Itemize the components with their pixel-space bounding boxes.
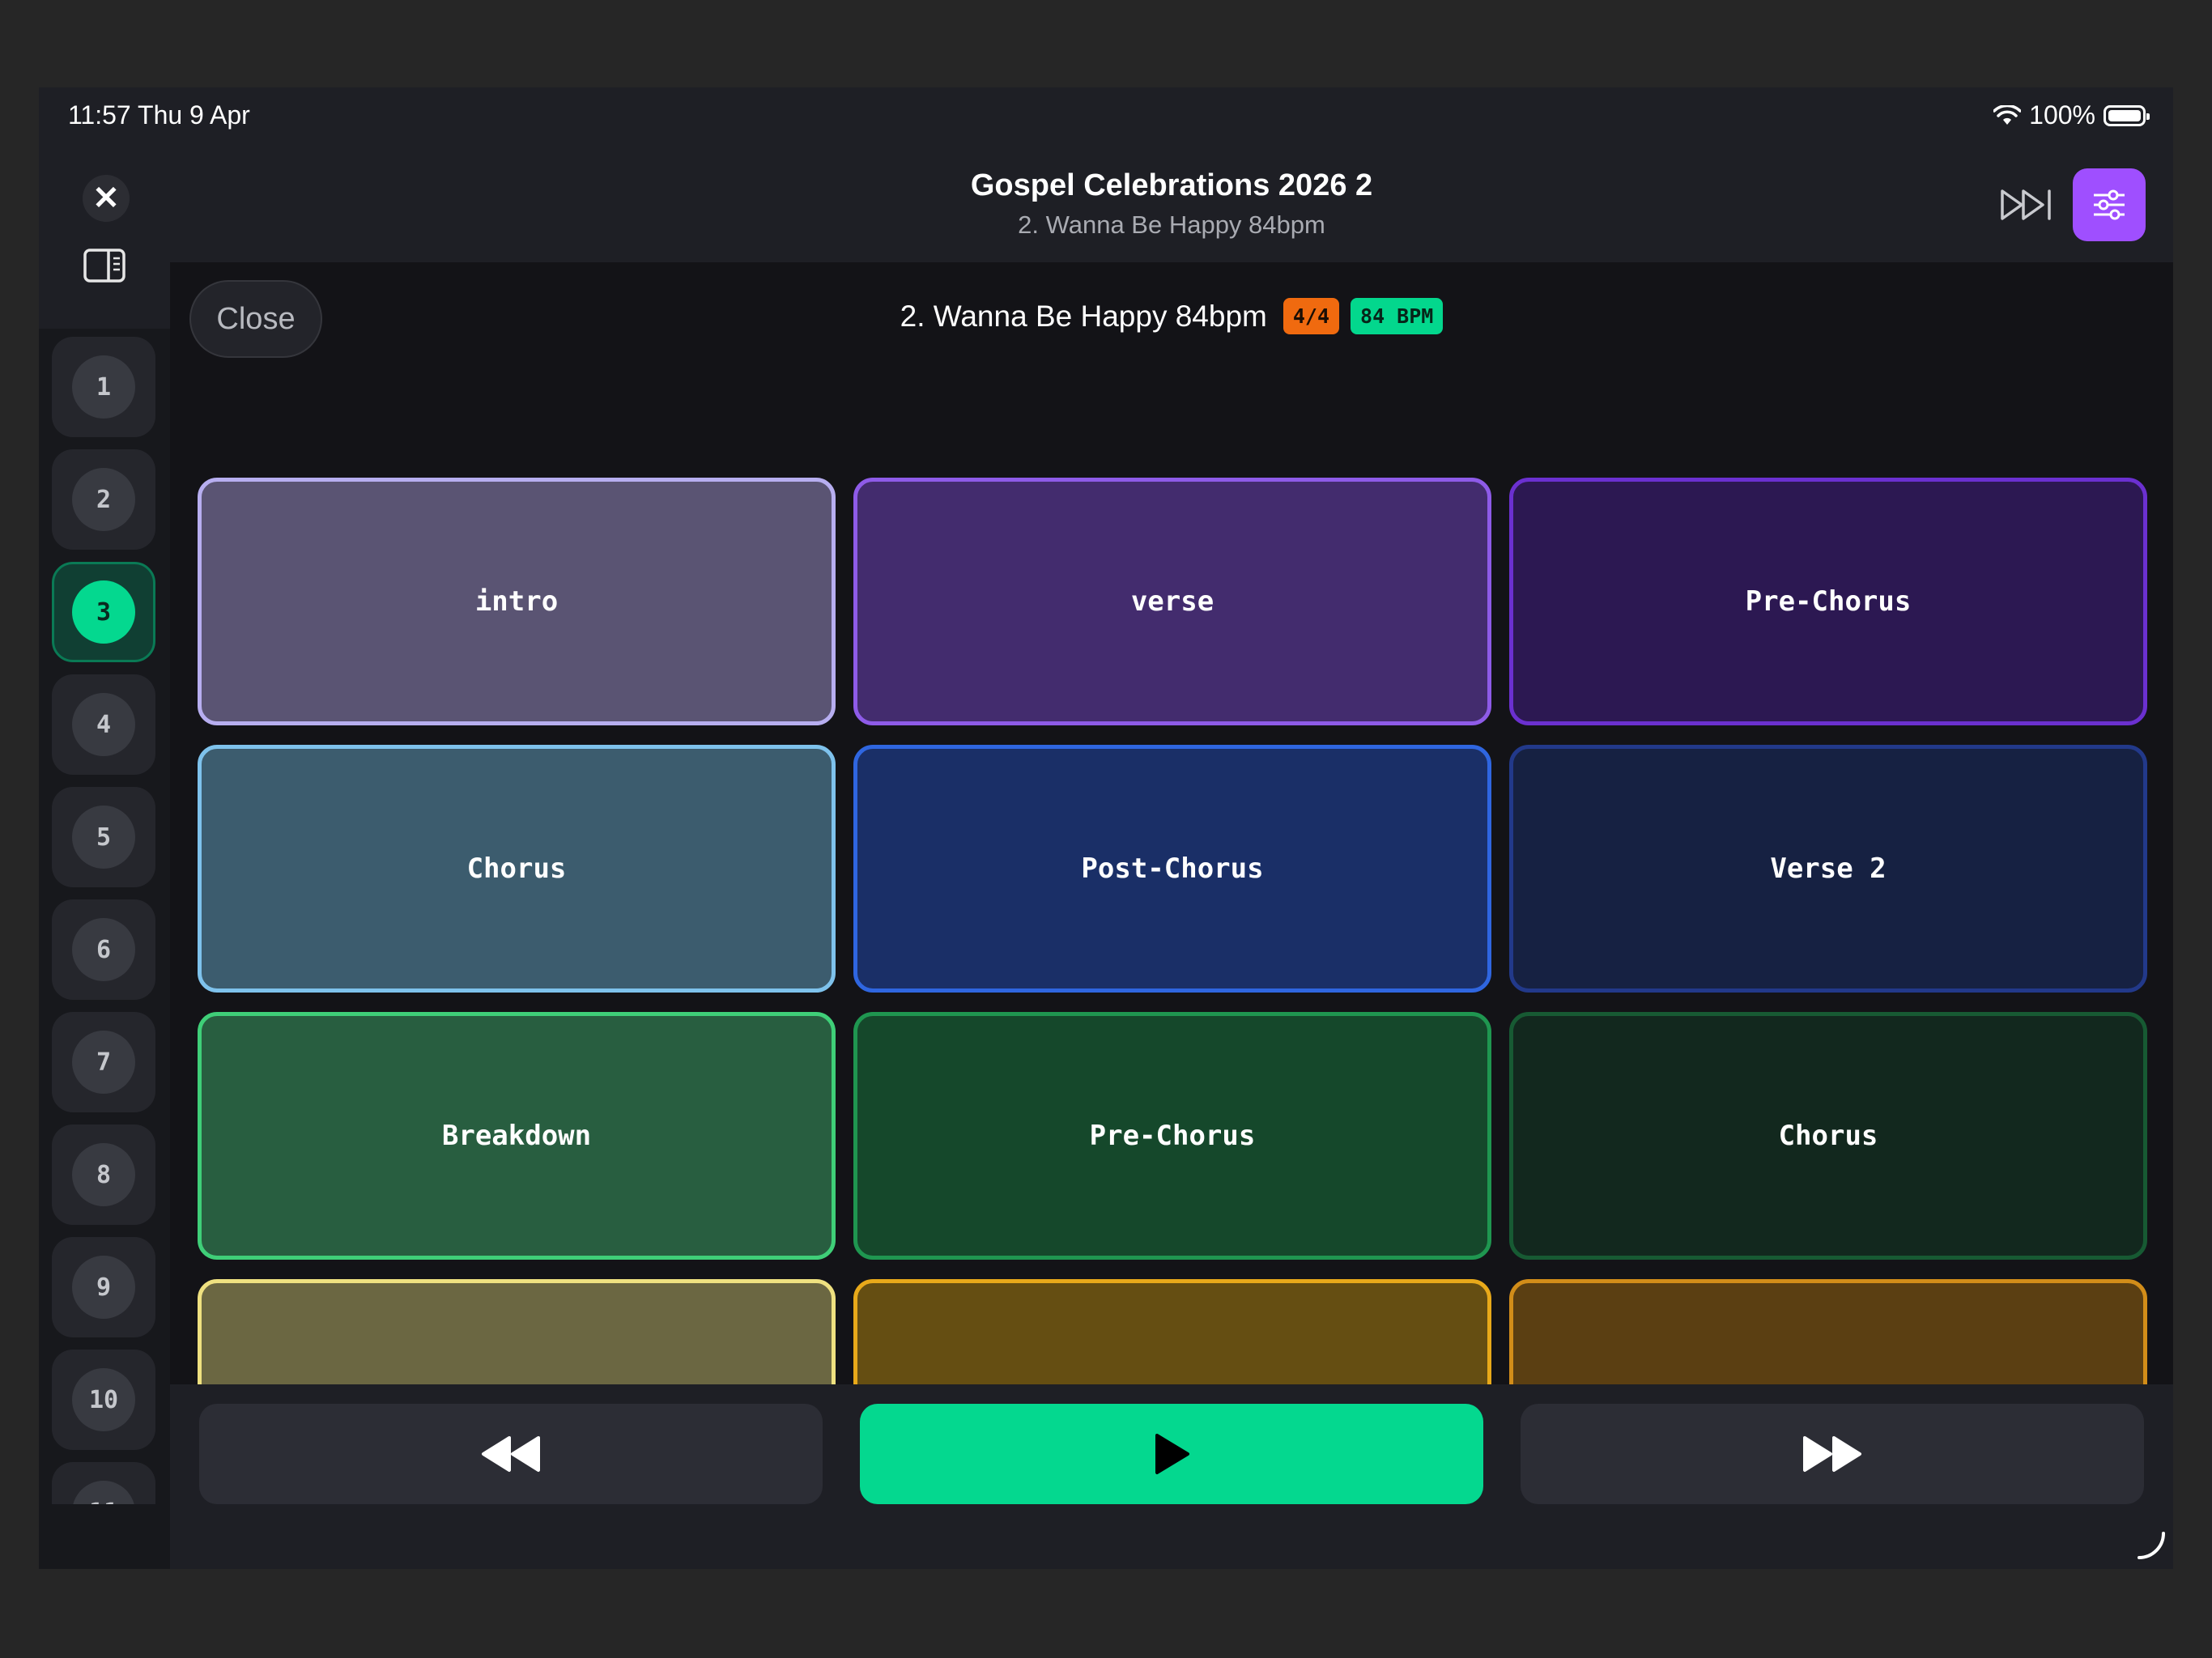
section-tile[interactable]: Verse 2 — [1509, 745, 2147, 993]
battery-percent: 100% — [2029, 100, 2095, 130]
transport-bar — [170, 1384, 2173, 1569]
time-signature-badge: 4/4 — [1283, 298, 1340, 334]
app-window: 11:57 Thu 9 Apr 100% ✕ 1234567891011 G — [39, 87, 2173, 1569]
song-number-label: 3 — [72, 580, 135, 644]
sidebar-toggle-icon[interactable] — [83, 248, 126, 283]
section-tile[interactable]: intro — [198, 478, 836, 725]
song-number-item[interactable]: 8 — [52, 1124, 155, 1225]
song-number-item[interactable]: 3 — [52, 562, 155, 662]
page-subtitle: 2. Wanna Be Happy 84bpm — [1018, 210, 1325, 239]
section-label: verse — [1130, 585, 1214, 618]
song-number-item[interactable]: 1 — [52, 337, 155, 437]
sliders-icon — [2094, 189, 2125, 220]
section-tile[interactable]: Chorus — [198, 745, 836, 993]
close-icon[interactable]: ✕ — [83, 175, 130, 222]
status-right: 100% — [1993, 100, 2150, 130]
status-time: 11:57 Thu 9 Apr — [68, 100, 250, 130]
page-title: Gospel Celebrations 2026 2 — [970, 168, 1373, 202]
song-name: 2. Wanna Be Happy 84bpm — [900, 299, 1267, 333]
rewind-button[interactable] — [199, 1404, 823, 1504]
song-number-item[interactable]: 9 — [52, 1237, 155, 1337]
song-number-list: 1 2 3 4 5 6 7 8 9 10 11 — [39, 329, 170, 1504]
section-tile[interactable]: verse — [853, 478, 1491, 725]
battery-icon — [2104, 104, 2150, 126]
song-info: 2. Wanna Be Happy 84bpm 4/4 84 BPM — [170, 298, 2173, 334]
section-tile[interactable]: Breakdown — [1509, 1279, 2147, 1384]
song-number-item[interactable]: 7 — [52, 1012, 155, 1112]
song-number-label: 7 — [72, 1031, 135, 1094]
section-tile[interactable]: Pre-Chorus — [1509, 478, 2147, 725]
section-label: Chorus — [1778, 1120, 1878, 1152]
song-number-label: 6 — [72, 918, 135, 981]
song-number-item[interactable]: 4 — [52, 674, 155, 775]
section-tile[interactable]: Chorus — [1509, 1012, 2147, 1260]
wifi-icon — [1993, 104, 2022, 125]
section-tile[interactable]: Pre-Chorus — [853, 1012, 1491, 1260]
sidebar: ✕ 1 2 3 4 5 6 7 8 9 10 11 — [39, 152, 172, 1569]
song-number-label: 10 — [72, 1368, 135, 1431]
fast-forward-button[interactable] — [1521, 1404, 2144, 1504]
section-label: Verse 2 — [1770, 852, 1887, 885]
resize-handle-icon[interactable] — [2134, 1530, 2167, 1562]
main-panel: Close 2. Wanna Be Happy 84bpm 4/4 84 BPM… — [170, 262, 2173, 1384]
song-number-item[interactable]: 6 — [52, 899, 155, 1000]
section-tile[interactable]: Post-Chorus — [853, 745, 1491, 993]
song-number-item[interactable]: 10 — [52, 1350, 155, 1450]
song-number-label: 5 — [72, 806, 135, 869]
song-number-label: 1 — [72, 355, 135, 419]
song-number-label: 11 — [72, 1481, 135, 1504]
section-tile[interactable]: Breakdown — [198, 1012, 836, 1260]
skip-forward-icon[interactable] — [1999, 185, 2056, 225]
section-label: Breakdown — [441, 1120, 592, 1152]
settings-button[interactable] — [2073, 168, 2146, 241]
song-number-label: 9 — [72, 1256, 135, 1319]
sidebar-top: ✕ — [39, 152, 170, 329]
song-number-label: 4 — [72, 693, 135, 756]
song-number-item[interactable]: 5 — [52, 787, 155, 887]
play-button[interactable] — [860, 1404, 1483, 1504]
section-label: intro — [474, 585, 559, 618]
section-label: Post-Chorus — [1081, 852, 1264, 885]
song-number-item[interactable]: 11 — [52, 1462, 155, 1504]
song-number-label: 2 — [72, 468, 135, 531]
section-label: Pre-Chorus — [1745, 585, 1912, 618]
section-label: Chorus — [466, 852, 567, 885]
bpm-badge: 84 BPM — [1351, 298, 1444, 334]
section-label: Pre-Chorus — [1089, 1120, 1256, 1152]
section-tile[interactable]: Post Chorus — [198, 1279, 836, 1384]
section-tile[interactable]: Bridge — [853, 1279, 1491, 1384]
song-number-label: 8 — [72, 1143, 135, 1206]
play-icon — [1155, 1434, 1189, 1474]
song-number-item[interactable]: 2 — [52, 449, 155, 550]
header: Gospel Celebrations 2026 2 2. Wanna Be H… — [170, 152, 2173, 262]
fast-forward-icon — [1803, 1436, 1861, 1472]
rewind-icon — [482, 1436, 540, 1472]
status-bar: 11:57 Thu 9 Apr 100% — [39, 87, 2173, 152]
